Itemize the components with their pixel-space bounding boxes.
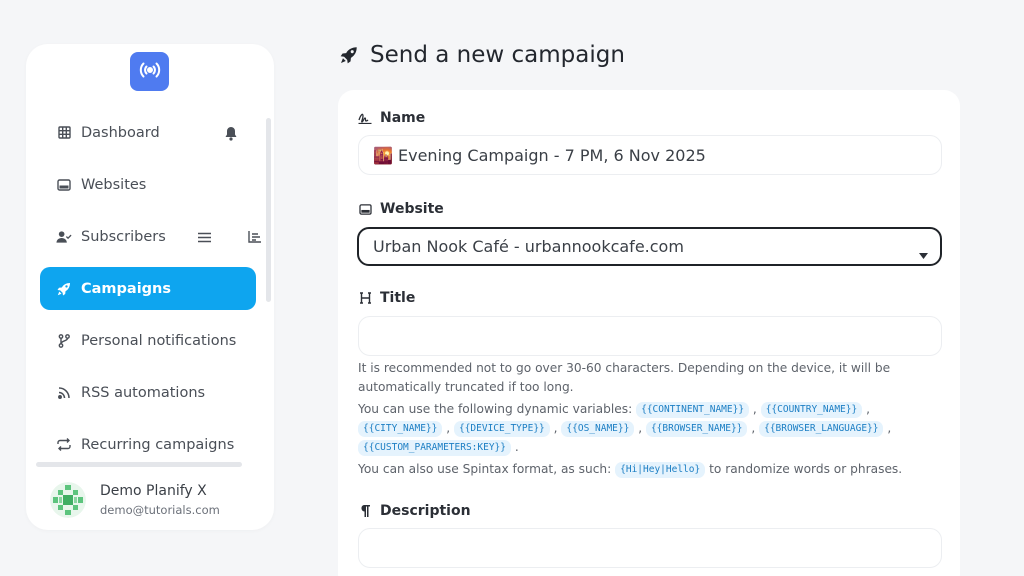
branch-icon: [56, 333, 72, 349]
website-select[interactable]: Urban Nook Café - urbannookcafe.com: [357, 227, 942, 266]
caret-down-icon: [919, 244, 928, 263]
bar-chart-icon[interactable]: [245, 228, 263, 246]
logo[interactable]: [130, 52, 169, 91]
user-name: Demo Planify X: [100, 483, 207, 499]
heading-icon: [358, 292, 372, 304]
variable-tag[interactable]: {{DEVICE_TYPE}}: [453, 421, 550, 437]
description-label-text: Description: [380, 503, 471, 519]
window-icon: [358, 203, 372, 215]
variable-tag[interactable]: {{COUNTRY_NAME}}: [760, 402, 863, 418]
sidebar-item-rss-automations[interactable]: RSS automations: [40, 371, 256, 414]
broadcast-icon: [138, 58, 162, 86]
title-help-spintax: You can also use Spintax format, as such…: [358, 460, 938, 479]
rss-icon: [56, 385, 72, 401]
list-icon[interactable]: [195, 228, 213, 246]
signature-icon: [358, 112, 372, 124]
sidebar-item-subscribers[interactable]: Subscribers: [40, 215, 256, 258]
sidebar-item-label: Dashboard: [81, 124, 160, 141]
title-label-text: Title: [380, 290, 416, 306]
description-label: Description: [358, 503, 471, 519]
repeat-icon: [56, 437, 72, 453]
variable-tag[interactable]: {{CITY_NAME}}: [358, 421, 443, 437]
page-title: Send a new campaign: [340, 42, 625, 68]
sidebar-item-label: RSS automations: [81, 384, 206, 401]
sidebar-item-label: Subscribers: [81, 228, 166, 245]
rocket-icon: [340, 46, 358, 64]
bell-icon[interactable]: [222, 124, 240, 142]
description-input[interactable]: [358, 528, 942, 568]
user-email: demo@tutorials.com: [100, 503, 220, 517]
sidebar-scrollbar-horizontal[interactable]: [36, 462, 242, 467]
sidebar-item-label: Personal notifications: [81, 332, 237, 349]
sidebar-item-label: Websites: [81, 176, 147, 193]
grid-icon: [56, 125, 72, 141]
variable-tag[interactable]: {{OS_NAME}}: [561, 421, 635, 437]
window-icon: [56, 177, 72, 193]
spintax-prefix: You can also use Spintax format, as such…: [358, 462, 612, 476]
sidebar-item-campaigns[interactable]: Campaigns: [40, 267, 256, 310]
variable-tag[interactable]: {{BROWSER_NAME}}: [645, 421, 748, 437]
spintax-tag[interactable]: {Hi|Hey|Hello}: [615, 462, 706, 478]
sidebar-item-recurring-campaigns[interactable]: Recurring campaigns: [40, 423, 256, 466]
sidebar: Dashboard Websites Subscribers Campaigns…: [26, 44, 274, 530]
name-input[interactable]: 🌇 Evening Campaign - 7 PM, 6 Nov 2025: [358, 135, 942, 175]
title-help-characters: It is recommended not to go over 30-60 c…: [358, 361, 891, 394]
website-label-text: Website: [380, 201, 444, 217]
rocket-icon: [56, 281, 72, 297]
sidebar-scrollbar-vertical[interactable]: [266, 118, 271, 302]
variable-tag[interactable]: {{CONTINENT_NAME}}: [636, 402, 750, 418]
sidebar-item-label: Campaigns: [81, 280, 172, 297]
sidebar-item-websites[interactable]: Websites: [40, 163, 256, 206]
title-input[interactable]: [358, 316, 942, 356]
title-label: Title: [358, 290, 415, 306]
sidebar-item-personal-notifications[interactable]: Personal notifications: [40, 319, 256, 362]
variables-prefix: You can use the following dynamic variab…: [358, 402, 633, 416]
avatar: [50, 482, 86, 518]
paragraph-icon: [358, 505, 372, 517]
title-help-variables: You can use the following dynamic variab…: [358, 402, 892, 456]
sidebar-item-label: Recurring campaigns: [81, 436, 235, 453]
website-select-value: Urban Nook Café - urbannookcafe.com: [373, 237, 684, 256]
variable-tag[interactable]: {{CUSTOM_PARAMETERS:KEY}}: [358, 440, 511, 456]
website-label: Website: [358, 201, 444, 217]
name-label-text: Name: [380, 110, 426, 126]
page-title-text: Send a new campaign: [370, 42, 625, 68]
spintax-suffix: to randomize words or phrases.: [709, 462, 903, 476]
name-label: Name: [358, 110, 425, 126]
variable-tag[interactable]: {{BROWSER_LANGUAGE}}: [759, 421, 884, 437]
user-check-icon: [56, 229, 72, 245]
user-profile[interactable]: Demo Planify X demo@tutorials.com: [50, 482, 220, 518]
